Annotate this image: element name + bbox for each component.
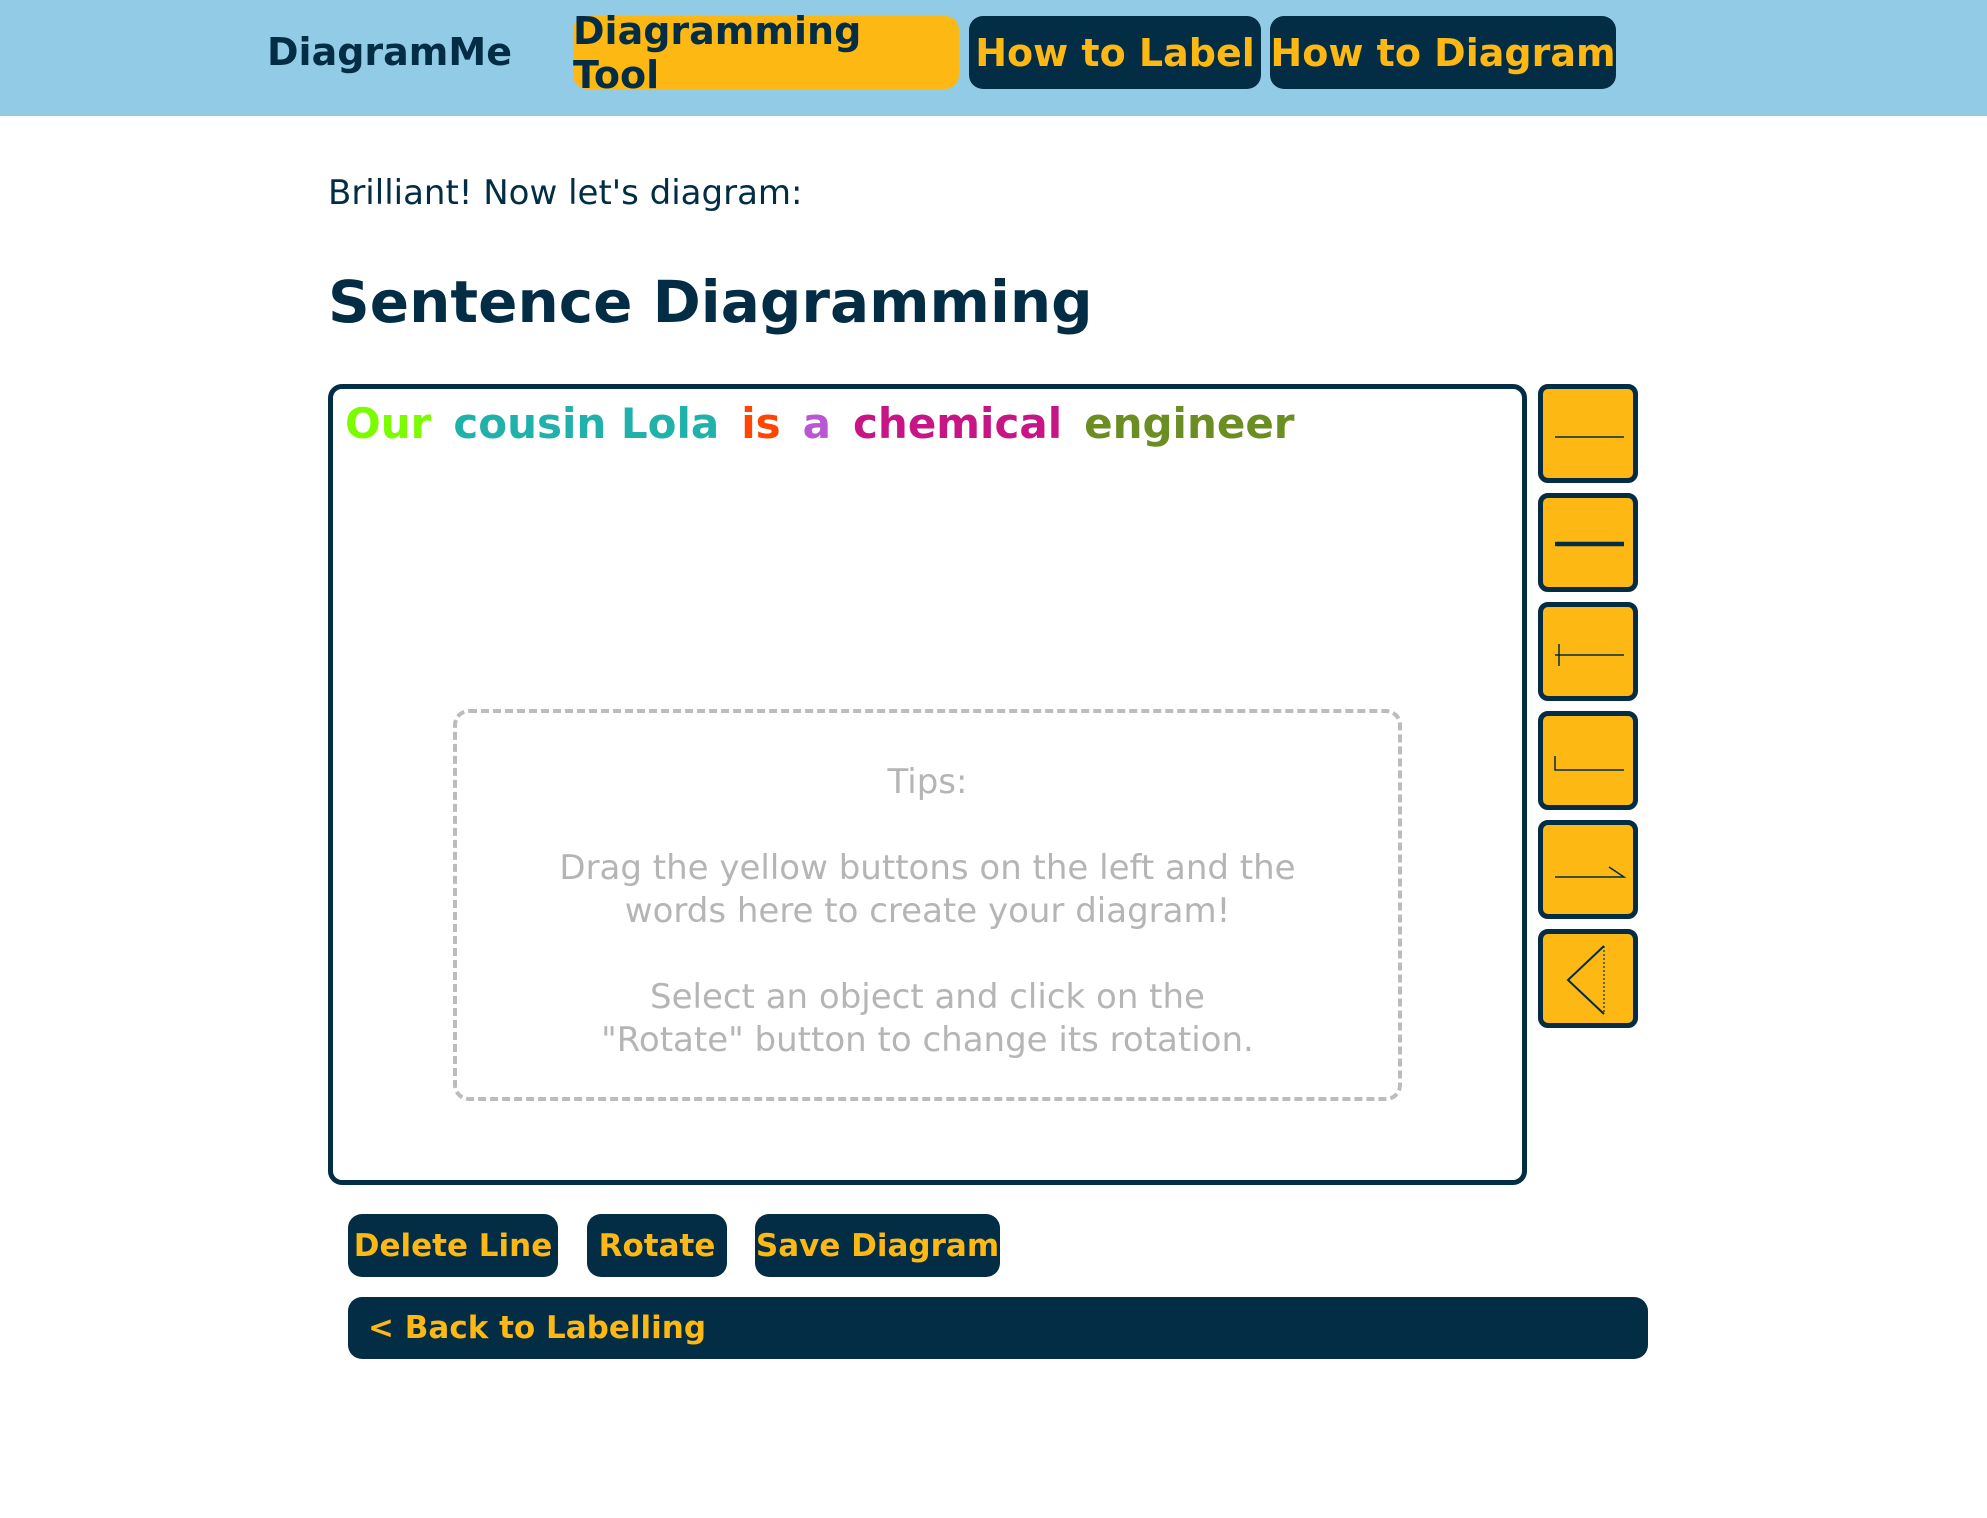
- word-a[interactable]: a: [803, 399, 831, 448]
- rotate-button[interactable]: Rotate: [587, 1214, 727, 1277]
- tool-thick-line-button[interactable]: [1538, 493, 1638, 592]
- tips-drag-text: Drag the yellow buttons on the left and …: [559, 848, 1296, 931]
- tool-corner-line-button[interactable]: [1538, 711, 1638, 810]
- word-our[interactable]: Our: [345, 399, 431, 448]
- delete-line-button[interactable]: Delete Line: [348, 1214, 558, 1277]
- corner-line-icon: [1554, 756, 1624, 771]
- tool-thin-line-button[interactable]: [1538, 384, 1638, 483]
- tool-slant-line-button[interactable]: [1538, 820, 1638, 919]
- slant-line-icon: [1555, 866, 1627, 878]
- tab-diagramming-tool[interactable]: Diagramming Tool: [573, 9, 959, 97]
- back-to-labelling-button[interactable]: < Back to Labelling: [348, 1297, 1648, 1359]
- tips-box: Tips: Drag the yellow buttons on the lef…: [453, 709, 1402, 1101]
- word-engineer[interactable]: engineer: [1084, 399, 1294, 448]
- word-cousin-lola[interactable]: cousin Lola: [453, 399, 719, 448]
- tab-how-to-diagram[interactable]: How to Diagram: [1270, 16, 1616, 89]
- tab-how-to-label[interactable]: How to Label: [969, 16, 1261, 89]
- tips-title: Tips:: [887, 762, 968, 802]
- save-diagram-button[interactable]: Save Diagram: [755, 1214, 1000, 1277]
- tool-divider-line-button[interactable]: [1538, 602, 1638, 701]
- thin-line-icon: [1555, 436, 1624, 438]
- word-bank: Our cousin Lola is a chemical engineer: [345, 399, 1295, 448]
- brand-logo[interactable]: DiagramMe: [267, 30, 512, 74]
- divider-line-icon: [1555, 644, 1624, 666]
- intro-text: Brilliant! Now let's diagram:: [328, 173, 803, 213]
- thick-line-icon: [1555, 541, 1624, 547]
- diagram-canvas[interactable]: Our cousin Lola is a chemical engineer T…: [328, 384, 1527, 1185]
- top-navbar: DiagramMe Diagramming Tool How to Label …: [0, 0, 1987, 116]
- tool-conjunction-button[interactable]: [1538, 929, 1638, 1028]
- word-is[interactable]: is: [741, 399, 780, 448]
- word-chemical[interactable]: chemical: [853, 399, 1062, 448]
- conjunction-bracket-icon: [1566, 945, 1605, 1015]
- page-title: Sentence Diagramming: [328, 268, 1093, 336]
- tips-rotate-text: Select an object and click on the "Rotat…: [601, 977, 1254, 1060]
